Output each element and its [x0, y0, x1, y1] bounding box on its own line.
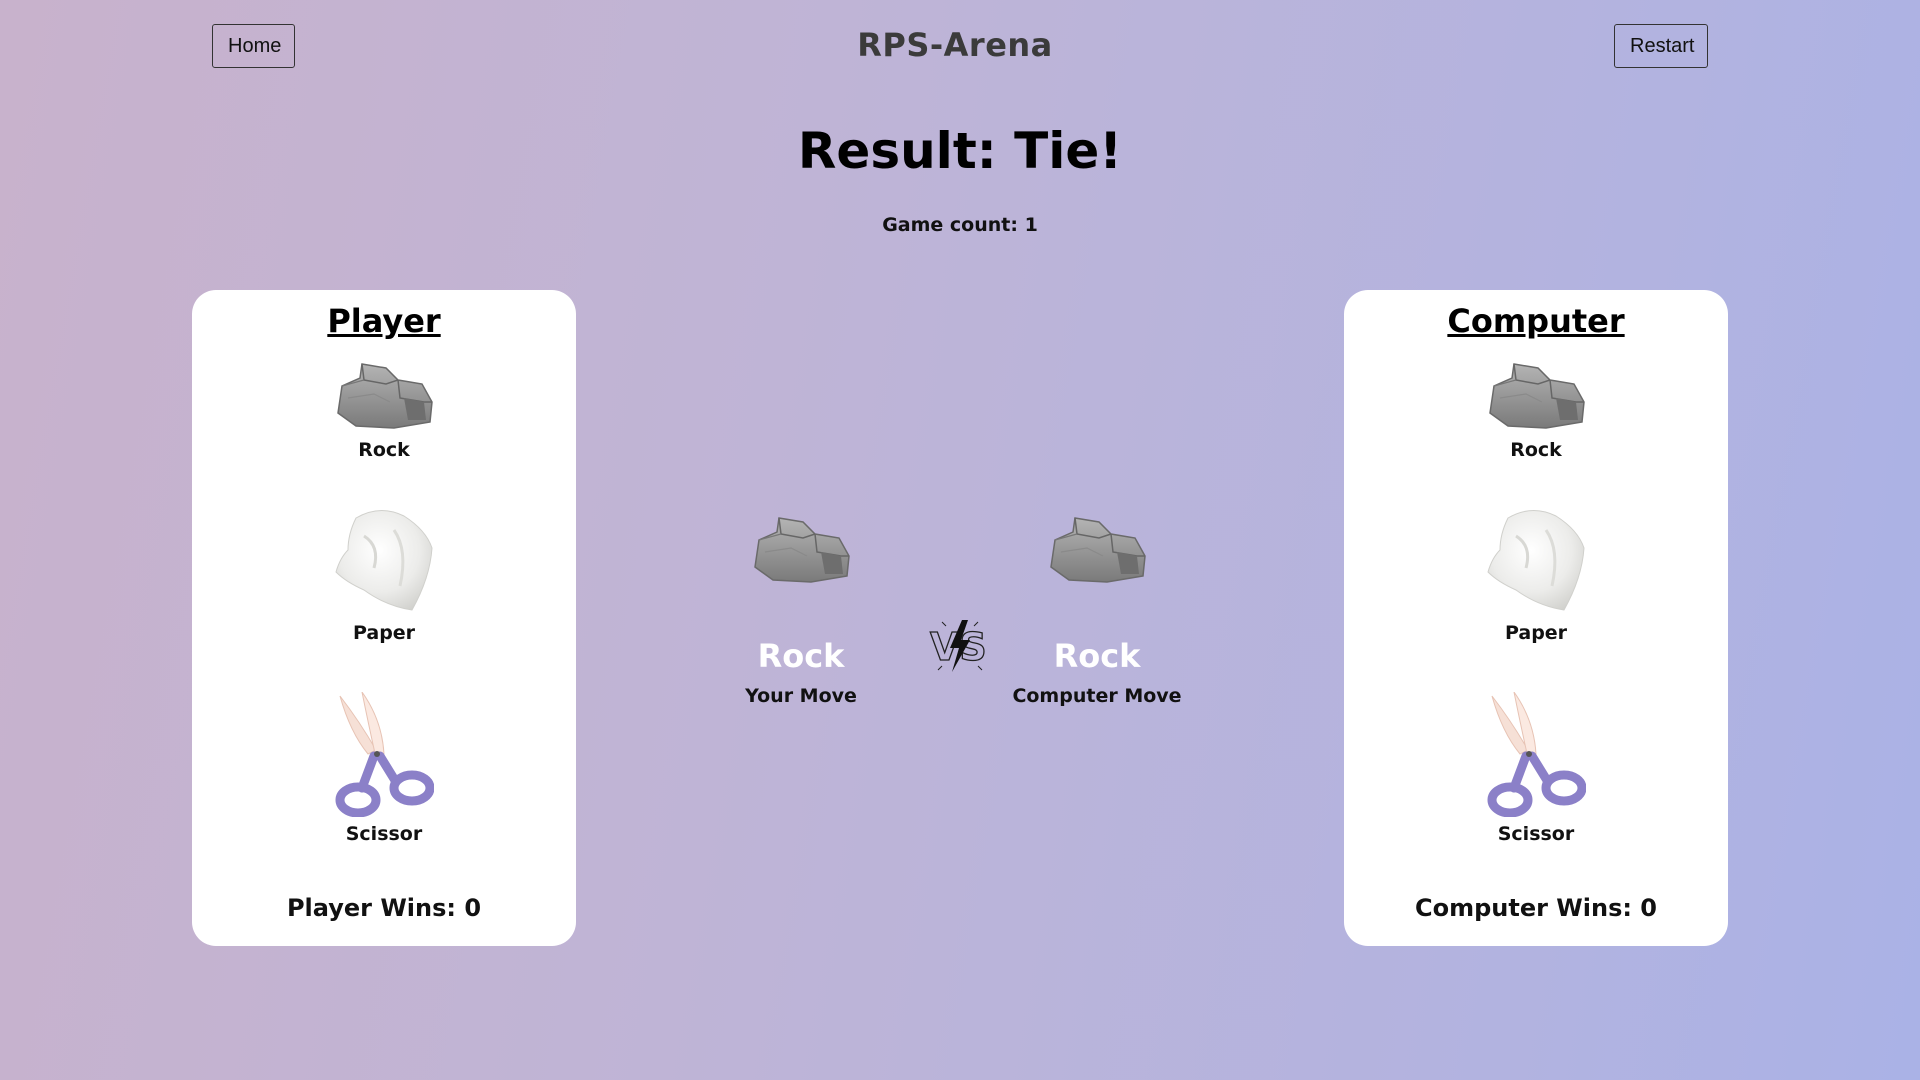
computer-rock-choice: Rock	[1344, 358, 1728, 461]
choice-label: Paper	[1504, 622, 1568, 644]
result-heading: Result: Tie!	[797, 122, 1123, 180]
your-move-name: Rock	[757, 637, 845, 675]
rock-icon	[751, 512, 851, 587]
your-move: Rock Your Move	[691, 512, 911, 707]
choice-label: Rock	[358, 439, 410, 461]
rock-icon	[1047, 512, 1147, 587]
player-wins: Player Wins: 0	[286, 894, 482, 922]
computer-panel: Computer Rock Paper Scissor Computer Win…	[1344, 290, 1728, 946]
vs-lightning-icon: VS	[929, 620, 987, 672]
your-move-caption: Your Move	[745, 685, 857, 707]
computer-move-name: Rock	[1053, 637, 1141, 675]
player-paper-choice[interactable]: Paper	[192, 506, 576, 644]
choice-label: Paper	[352, 622, 416, 644]
choice-label: Scissor	[345, 823, 423, 845]
scissor-icon	[1486, 692, 1586, 817]
player-title: Player	[327, 302, 441, 340]
scissor-icon	[334, 692, 434, 817]
player-rock-choice[interactable]: Rock	[192, 358, 576, 461]
paper-icon	[1486, 506, 1586, 616]
rock-icon	[334, 358, 434, 433]
player-panel: Player Rock Paper Scissor Player Wins: 0	[192, 290, 576, 946]
restart-button[interactable]: Restart	[1614, 24, 1708, 68]
computer-paper-choice: Paper	[1344, 506, 1728, 644]
computer-title: Computer	[1447, 302, 1625, 340]
computer-wins: Computer Wins: 0	[1414, 894, 1658, 922]
choice-label: Rock	[1510, 439, 1562, 461]
computer-scissor-choice: Scissor	[1344, 692, 1728, 845]
rock-icon	[1486, 358, 1586, 433]
choice-label: Scissor	[1497, 823, 1575, 845]
player-scissor-choice[interactable]: Scissor	[192, 692, 576, 845]
paper-icon	[334, 506, 434, 616]
game-count: Game count: 1	[882, 214, 1038, 236]
computer-move-caption: Computer Move	[1012, 685, 1182, 707]
computer-move: Rock Computer Move	[987, 512, 1207, 707]
